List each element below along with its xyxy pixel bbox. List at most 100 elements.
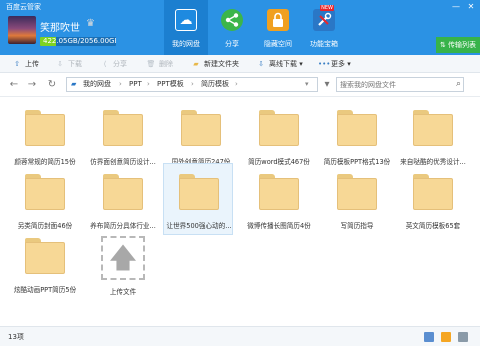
upload-arrow-icon: 🡅 — [108, 241, 138, 274]
share-icon — [221, 9, 243, 31]
folder-item[interactable]: 写简历指导 — [322, 166, 392, 238]
cloud-icon: ☁ — [175, 9, 197, 31]
share-icon: ⟨ — [103, 60, 107, 68]
upload-drop-zone[interactable]: 🡅 — [101, 236, 145, 280]
tab-label: 我的网盘 — [172, 40, 200, 48]
chevron-right-icon: › — [235, 80, 238, 88]
forward-arrow-icon[interactable]: → — [26, 78, 38, 92]
trash-icon: 🗑 — [146, 60, 156, 68]
status-bar: 13项 — [0, 326, 480, 346]
folder-name: 颜蓉常规的简历15份 — [14, 158, 76, 166]
folder-item[interactable]: 仿界面创意简历设计... — [88, 102, 158, 174]
refresh-icon[interactable]: ↻ — [46, 78, 58, 92]
user-name[interactable]: 笑那吹世 — [40, 19, 80, 34]
folder-icon — [25, 110, 65, 150]
folder-icon — [259, 110, 299, 150]
tab-hidden-space[interactable]: 隐藏空间 — [256, 0, 300, 55]
folder-item[interactable]: 简历word模式467份 — [244, 102, 314, 174]
folder-name: 仿界面创意简历设计... — [90, 158, 156, 166]
chevron-down-icon: ▾ — [347, 60, 351, 68]
folder-item[interactable]: 来自哒酷的优秀设计... — [398, 102, 468, 174]
transfer-list-button[interactable]: ⇅ 传输列表 — [436, 37, 480, 53]
avatar[interactable] — [8, 16, 36, 44]
crown-icon[interactable]: ♛ — [86, 18, 95, 29]
folder-item[interactable]: 让世界500强心动的... — [163, 163, 233, 235]
folder-icon — [181, 110, 221, 150]
lock-icon — [267, 9, 289, 31]
top-header: 百度云管家 — ✕ 笑那吹世 ♛ 422.05GB/2056.00GB ☁ 我的… — [0, 0, 480, 55]
storage-quota-bar: 422.05GB/2056.00GB — [40, 37, 116, 46]
folder-name: 写简历指导 — [340, 222, 374, 230]
folder-item[interactable]: 微博传播长图简历4份 — [244, 166, 314, 238]
folder-name: 来自哒酷的优秀设计... — [400, 158, 466, 166]
toolbox-icon: NEW — [313, 5, 335, 31]
close-button[interactable]: ✕ — [465, 2, 477, 12]
download-button[interactable]: ⇩ 下载 — [55, 55, 82, 73]
search-input[interactable] — [340, 79, 448, 90]
folder-item[interactable]: 另类简历封面46份 — [10, 166, 80, 238]
file-grid: 颜蓉常规的简历15份 仿界面创意简历设计... 国外创意简历247份 简历wor… — [0, 98, 480, 326]
new-badge: NEW — [320, 5, 334, 11]
tab-my-disk[interactable]: ☁ 我的网盘 — [164, 0, 208, 55]
folder-name: 微博传播长图简历4份 — [247, 222, 311, 230]
storage-quota-text: 422.05GB/2056.00GB — [43, 37, 116, 45]
upload-button[interactable]: ⇧ 上传 — [12, 55, 39, 73]
more-button[interactable]: •••更多 ▾ — [318, 55, 351, 73]
folder-icon: ▰ — [71, 80, 77, 88]
add-icon[interactable] — [441, 332, 451, 342]
offline-download-button[interactable]: ⇩ 离线下载 ▾ — [256, 55, 303, 73]
item-count: 13项 — [8, 333, 24, 341]
upload-icon: ⇧ — [14, 60, 20, 68]
more-icon: ••• — [318, 60, 331, 68]
folder-item[interactable]: 炫酷动画PPT简历5份 — [10, 230, 80, 302]
upload-file-label: 上传文件 — [109, 288, 137, 296]
breadcrumb: ▰ 我的网盘 › PPT › PPT模板 › 简历模板 › ▾ — [66, 77, 318, 92]
transfer-icon: ⇅ — [439, 41, 446, 49]
folder-name: 炫酷动画PPT简历5份 — [13, 286, 77, 294]
folder-icon — [179, 174, 219, 214]
transfer-label: 传输列表 — [448, 41, 477, 49]
search-icon[interactable]: ⌕ — [456, 78, 461, 91]
chevron-down-icon: ▾ — [299, 60, 303, 68]
grid-view-icon[interactable] — [424, 332, 434, 342]
breadcrumb-item[interactable]: 简历模板 — [201, 78, 229, 91]
chevron-right-icon: › — [119, 80, 122, 88]
tab-toolbox[interactable]: NEW 功能宝箱 — [302, 0, 346, 55]
address-bar: ← → ↻ ▰ 我的网盘 › PPT › PPT模板 › 简历模板 › ▾ ▾ … — [0, 73, 480, 97]
breadcrumb-item[interactable]: PPT模板 — [157, 78, 184, 91]
folder-name: 另类简历封面46份 — [17, 222, 73, 230]
folder-icon — [25, 238, 65, 278]
breadcrumb-item[interactable]: PPT — [129, 78, 142, 91]
folder-name: 让世界500强心动的... — [166, 222, 232, 230]
history-dropdown-icon[interactable]: ▾ — [321, 78, 333, 92]
folder-plus-icon: ▰ — [193, 60, 199, 68]
folder-name: 简历模板PPT格式13份 — [323, 158, 391, 166]
folder-item[interactable]: 养布简历分具体行业... — [88, 166, 158, 238]
folder-name: 简历word模式467份 — [248, 158, 310, 166]
chevron-right-icon: › — [147, 80, 150, 88]
tab-label: 分享 — [225, 40, 239, 48]
share-button[interactable]: ⟨ 分享 — [100, 55, 127, 73]
folder-icon — [413, 110, 453, 150]
folder-icon — [337, 110, 377, 150]
chevron-right-icon: › — [191, 80, 194, 88]
download-icon: ⇩ — [57, 60, 63, 68]
chevron-down-icon[interactable]: ▾ — [305, 78, 309, 91]
minimize-button[interactable]: — — [450, 2, 462, 12]
upload-file-tile[interactable]: 🡅 上传文件 — [88, 236, 158, 302]
folder-item[interactable]: 英文简历模板65套 — [398, 166, 468, 238]
folder-name: 英文简历模板65套 — [405, 222, 461, 230]
delete-button[interactable]: 🗑 删除 — [146, 55, 173, 73]
folder-item[interactable]: 颜蓉常规的简历15份 — [10, 102, 80, 174]
folder-item[interactable]: 简历模板PPT格式13份 — [322, 102, 392, 174]
app-title: 百度云管家 — [6, 3, 41, 11]
new-folder-button[interactable]: ▰ 新建文件夹 — [191, 55, 239, 73]
offline-download-icon: ⇩ — [258, 60, 264, 68]
folder-icon — [413, 174, 453, 214]
tab-label: 隐藏空间 — [264, 40, 292, 48]
folder-icon — [337, 174, 377, 214]
breadcrumb-item[interactable]: 我的网盘 — [83, 78, 111, 91]
list-view-icon[interactable] — [458, 332, 468, 342]
tab-share[interactable]: 分享 — [210, 0, 254, 55]
back-arrow-icon[interactable]: ← — [8, 78, 20, 92]
